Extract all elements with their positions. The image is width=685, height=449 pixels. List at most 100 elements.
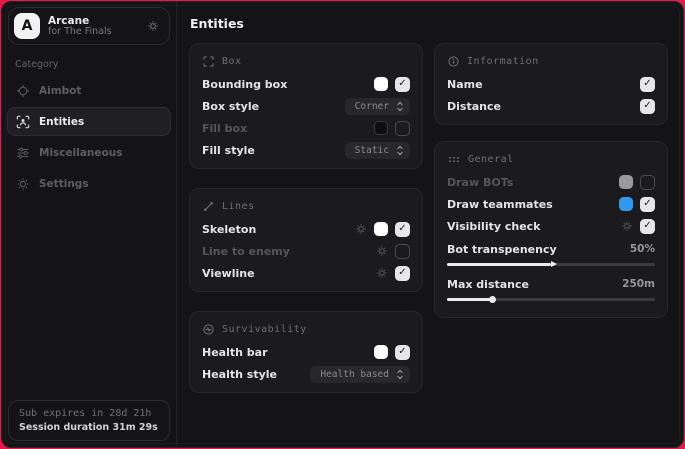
row-line-to-enemy: Line to enemy bbox=[202, 240, 410, 262]
sidebar-item-label: Miscellaneous bbox=[39, 147, 122, 159]
row-fill-box: Fill box bbox=[202, 117, 410, 139]
row-box-style: Box style Corner bbox=[202, 95, 410, 117]
sidebar-item-entities[interactable]: Entities bbox=[7, 107, 171, 136]
settings-gear-icon[interactable] bbox=[376, 245, 388, 257]
row-draw-bots: Draw BOTs bbox=[447, 171, 655, 193]
gear-icon[interactable] bbox=[147, 20, 159, 32]
card-title: Information bbox=[467, 56, 539, 67]
row-label: Distance bbox=[447, 100, 640, 113]
desktop-background: A Arcane for The Finals Category Aimbot bbox=[0, 0, 685, 449]
updown-arrows-icon bbox=[396, 101, 404, 112]
page-title: Entities bbox=[190, 16, 668, 31]
checkbox[interactable] bbox=[395, 222, 410, 237]
checkbox[interactable] bbox=[640, 175, 655, 190]
card-lines: Lines Skeleton Line to enemy bbox=[189, 188, 423, 292]
checkbox[interactable] bbox=[395, 121, 410, 136]
updown-arrows-icon bbox=[396, 369, 404, 380]
row-label: Max distance bbox=[447, 278, 622, 291]
app-logo: A bbox=[14, 13, 40, 39]
sidebar-item-miscellaneous[interactable]: Miscellaneous bbox=[7, 138, 171, 167]
subscription-status-card: Sub expires in 28d 21h Session duration … bbox=[8, 400, 170, 441]
checkbox[interactable] bbox=[640, 77, 655, 92]
dropdown-value: Health based bbox=[320, 369, 389, 380]
dots-grid-icon bbox=[448, 154, 460, 165]
checkbox[interactable] bbox=[640, 219, 655, 234]
main-content: Entities Box Bounding box bbox=[177, 2, 683, 447]
card-title: Survivability bbox=[222, 324, 307, 335]
diagonal-line-icon bbox=[203, 201, 214, 212]
row-label: Health bar bbox=[202, 346, 374, 359]
row-label: Line to enemy bbox=[202, 245, 376, 258]
row-distance: Distance bbox=[447, 95, 655, 117]
settings-gear-icon[interactable] bbox=[355, 223, 367, 235]
row-health-bar: Health bar bbox=[202, 341, 410, 363]
sidebar-item-aimbot[interactable]: Aimbot bbox=[7, 76, 171, 105]
row-draw-teammates: Draw teammates bbox=[447, 193, 655, 215]
checkbox[interactable] bbox=[640, 197, 655, 212]
checkbox[interactable] bbox=[395, 244, 410, 259]
updown-arrows-icon bbox=[396, 145, 404, 156]
row-label: Draw teammates bbox=[447, 198, 619, 211]
card-information: Information Name Distance bbox=[434, 43, 668, 125]
card-title: Lines bbox=[222, 201, 255, 212]
dropdown-value: Corner bbox=[355, 101, 389, 112]
row-label: Health style bbox=[202, 368, 310, 381]
color-swatch[interactable] bbox=[374, 222, 388, 236]
sub-expiry-text: Sub expires in 28d 21h bbox=[19, 408, 159, 419]
slider-fill bbox=[447, 298, 493, 301]
sidebar-item-label: Aimbot bbox=[39, 85, 81, 97]
sidebar-item-label: Entities bbox=[39, 116, 84, 128]
settings-gear-icon[interactable] bbox=[621, 220, 633, 232]
card-box: Box Bounding box Box style Corner bbox=[189, 43, 423, 169]
row-label: Bounding box bbox=[202, 78, 374, 91]
checkbox[interactable] bbox=[395, 345, 410, 360]
session-duration-text: Session duration 31m 29s bbox=[19, 422, 159, 433]
max-distance-control: Max distance 250m bbox=[447, 275, 655, 301]
slider-value: 50% bbox=[630, 243, 655, 255]
app-name: Arcane bbox=[48, 15, 112, 27]
fill-style-dropdown[interactable]: Static bbox=[345, 142, 410, 159]
color-swatch[interactable] bbox=[619, 175, 633, 189]
sidebar-item-settings[interactable]: Settings bbox=[7, 169, 171, 198]
row-label: Draw BOTs bbox=[447, 176, 619, 189]
bot-transpenency-slider[interactable] bbox=[447, 263, 655, 266]
row-name: Name bbox=[447, 73, 655, 95]
sliders-icon bbox=[16, 146, 30, 160]
row-bounding-box: Bounding box bbox=[202, 73, 410, 95]
scan-person-icon bbox=[16, 115, 30, 129]
row-health-style: Health style Health based bbox=[202, 363, 410, 385]
info-icon bbox=[448, 56, 459, 67]
row-label: Fill style bbox=[202, 144, 345, 157]
dropdown-value: Static bbox=[355, 145, 389, 156]
health-style-dropdown[interactable]: Health based bbox=[310, 366, 410, 383]
checkbox[interactable] bbox=[395, 266, 410, 281]
card-title: Box bbox=[222, 56, 242, 67]
box-style-dropdown[interactable]: Corner bbox=[345, 98, 410, 115]
brand-card: A Arcane for The Finals bbox=[8, 7, 170, 45]
row-viewline: Viewline bbox=[202, 262, 410, 284]
sidebar: A Arcane for The Finals Category Aimbot bbox=[2, 2, 177, 447]
row-label: Box style bbox=[202, 100, 345, 113]
sidebar-nav: Aimbot Entities Miscellaneous Settings bbox=[2, 76, 176, 198]
settings-gear-icon[interactable] bbox=[376, 267, 388, 279]
slider-fill bbox=[447, 263, 551, 266]
row-skeleton: Skeleton bbox=[202, 218, 410, 240]
crosshair-icon bbox=[16, 84, 30, 98]
checkbox[interactable] bbox=[395, 77, 410, 92]
card-title: General bbox=[468, 154, 514, 165]
color-swatch[interactable] bbox=[374, 121, 388, 135]
color-swatch[interactable] bbox=[374, 77, 388, 91]
row-label: Bot transpenency bbox=[447, 243, 630, 256]
slider-value: 250m bbox=[622, 278, 655, 290]
color-swatch[interactable] bbox=[374, 345, 388, 359]
row-fill-style: Fill style Static bbox=[202, 139, 410, 161]
checkbox[interactable] bbox=[640, 99, 655, 114]
box-brackets-icon bbox=[203, 56, 214, 67]
max-distance-slider[interactable] bbox=[447, 298, 655, 301]
color-swatch[interactable] bbox=[619, 197, 633, 211]
app-subtitle: for The Finals bbox=[48, 27, 112, 38]
row-label: Skeleton bbox=[202, 223, 355, 236]
pulse-icon bbox=[203, 324, 214, 335]
card-survivability: Survivability Health bar Health style He… bbox=[189, 311, 423, 393]
row-visibility-check: Visibility check bbox=[447, 215, 655, 237]
